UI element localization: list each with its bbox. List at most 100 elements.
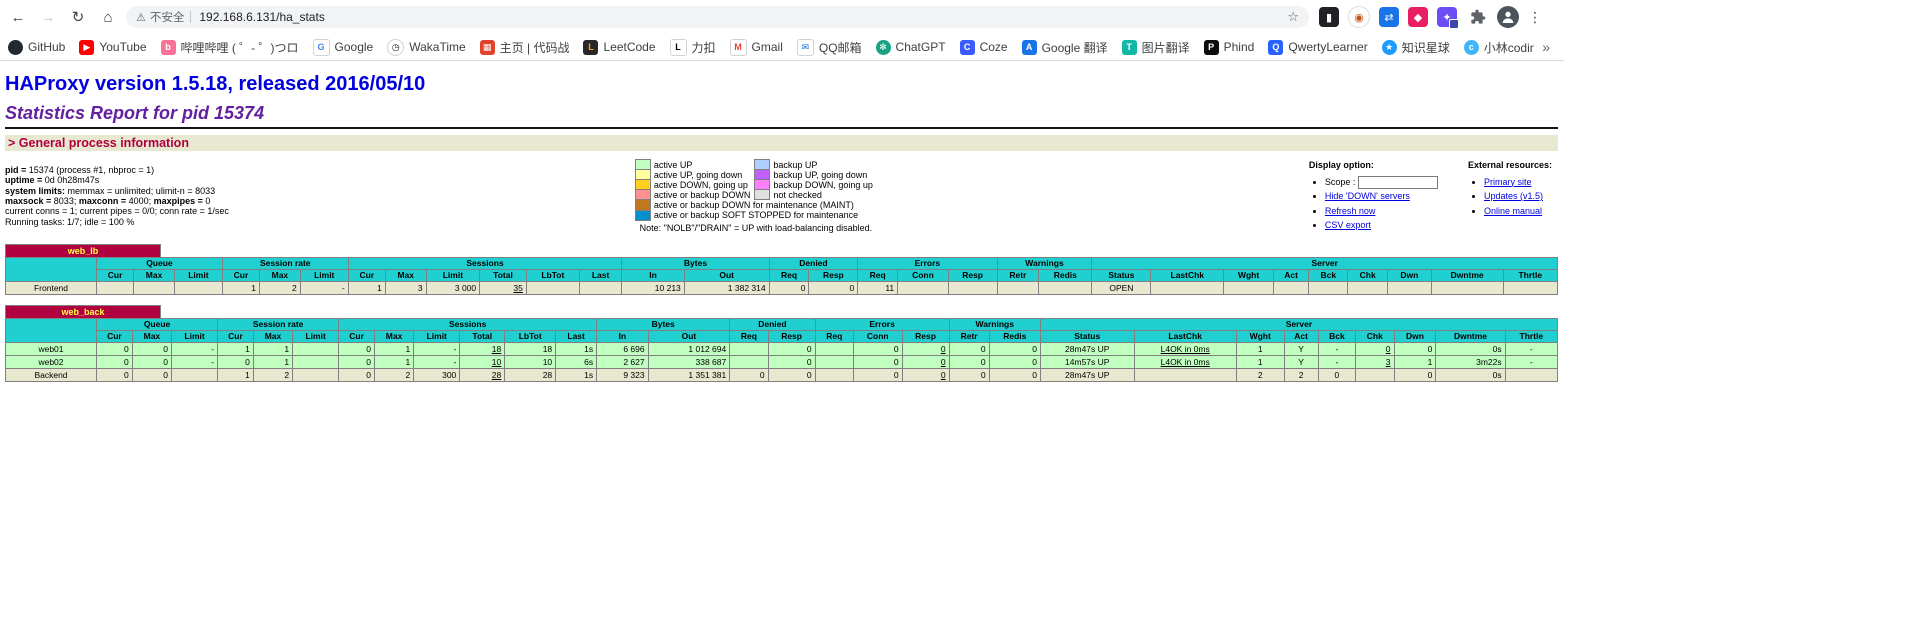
bookmark-item[interactable]: b哔哩哔哩 ( ゜- ゜)つロ <box>161 39 299 56</box>
home-button[interactable]: ⌂ <box>96 5 120 29</box>
group-header: Queue <box>97 318 218 330</box>
process-info-line: maxsock = 8033; maxconn = 4000; maxpipes… <box>5 196 229 206</box>
column-header: Max <box>260 269 301 281</box>
bookmark-item[interactable]: AGoogle 翻译 <box>1022 39 1108 56</box>
extension-purple-badge-icon[interactable]: ✦ <box>1437 7 1457 27</box>
bookmark-item[interactable]: T图片翻译 <box>1122 39 1190 56</box>
youtube-icon: ▶ <box>79 40 94 55</box>
puzzle-glyph <box>1470 9 1486 25</box>
bookmark-item[interactable]: ▦主页 | 代码战 <box>480 39 570 56</box>
row-name: Frontend <box>6 281 97 294</box>
stat-cell <box>97 281 134 294</box>
external-resource-link[interactable]: Updates (v1.5) <box>1484 191 1543 201</box>
profile-avatar[interactable] <box>1497 6 1519 28</box>
extensions-cluster: ▮ ◉ ⇄ ◆ ✦ <box>1319 6 1457 28</box>
scope-label: Scope : <box>1325 177 1356 187</box>
page-title: HAProxy version 1.5.18, released 2016/05… <box>5 73 1558 96</box>
bookmark-item[interactable]: CCoze <box>960 40 1008 55</box>
stats-row: web0200-0101-10106s2 627338 6870000014m5… <box>6 355 1558 368</box>
bookmark-label: WakaTime <box>409 40 465 54</box>
page-content: HAProxy version 1.5.18, released 2016/05… <box>0 61 1564 382</box>
stat-cell <box>815 342 853 355</box>
stat-cell: 3 <box>1356 355 1394 368</box>
stat-cell: 2 627 <box>597 355 649 368</box>
extension-orange-ring-icon[interactable]: ◉ <box>1348 6 1370 28</box>
google-translate-icon: A <box>1022 40 1037 55</box>
proxy-name-link[interactable]: web_back <box>61 307 104 317</box>
stat-cell <box>815 355 853 368</box>
back-button[interactable]: ← <box>6 5 30 29</box>
stat-cell: 2 <box>374 368 413 381</box>
display-option-link[interactable]: Hide 'DOWN' servers <box>1325 191 1410 201</box>
display-option-link[interactable]: CSV export <box>1325 220 1371 230</box>
external-resources: External resources: Primary siteUpdates … <box>1468 157 1552 219</box>
display-option-link[interactable]: Refresh now <box>1325 206 1376 216</box>
external-resource-link[interactable]: Primary site <box>1484 177 1532 187</box>
group-header: Queue <box>97 257 223 269</box>
group-header: Session rate <box>218 318 339 330</box>
bookmark-item[interactable]: L力扣 <box>670 39 716 56</box>
extension-blue-square-icon[interactable]: ⇄ <box>1379 7 1399 27</box>
external-resource-link[interactable]: Online manual <box>1484 206 1542 216</box>
column-header: Cur <box>97 269 134 281</box>
bookmark-item[interactable]: c小林coding <box>1464 39 1534 56</box>
address-bar[interactable]: ⚠ 不安全 192.168.6.131/ha_stats ☆ <box>126 6 1309 28</box>
bookmark-label: QwertyLearner <box>1288 40 1367 54</box>
column-header: Max <box>253 330 292 342</box>
bookmarks-overflow-chevron[interactable]: » <box>1542 39 1550 55</box>
extensions-puzzle-icon[interactable] <box>1467 6 1489 28</box>
forward-button[interactable]: → <box>36 5 60 29</box>
column-header: Thrtle <box>1505 330 1557 342</box>
proxy-name-link[interactable]: web_lb <box>68 246 99 256</box>
bookmark-item[interactable]: GGoogle <box>313 39 374 56</box>
stat-cell <box>730 342 768 355</box>
bookmark-star-icon[interactable]: ☆ <box>1287 9 1299 25</box>
bookmark-item[interactable]: ◷WakaTime <box>387 39 465 56</box>
stat-cell: - <box>172 355 218 368</box>
bookmark-item[interactable]: ✻ChatGPT <box>876 40 946 55</box>
menu-kebab-icon[interactable]: ⋮ <box>1527 9 1543 26</box>
column-header: Total <box>460 330 505 342</box>
bookmark-item[interactable]: ★知识星球 <box>1382 39 1450 56</box>
bookmark-item[interactable]: QQwertyLearner <box>1268 40 1367 55</box>
security-warning-icon[interactable]: ⚠ <box>136 11 146 24</box>
column-header: In <box>597 330 649 342</box>
stats-table: QueueSession rateSessionsBytesDeniedErro… <box>5 318 1558 382</box>
bookmark-item[interactable]: LLeetCode <box>583 40 655 55</box>
reload-button[interactable]: ↻ <box>66 5 90 29</box>
stat-cell <box>293 368 339 381</box>
bookmark-item[interactable]: ▶YouTube <box>79 40 146 55</box>
group-header: Warnings <box>997 257 1092 269</box>
legend-label: active or backup SOFT STOPPED for mainte… <box>650 210 877 220</box>
stat-cell <box>1134 368 1236 381</box>
stats-table: QueueSession rateSessionsBytesDeniedErro… <box>5 257 1558 295</box>
stat-cell: 28 <box>505 368 556 381</box>
haproxy-version-link[interactable]: HAProxy version 1.5.18, released 2016/05… <box>5 73 425 95</box>
bookmark-item[interactable]: PPhind <box>1204 40 1255 55</box>
column-header: Req <box>769 269 809 281</box>
extension-pink-square-icon[interactable]: ◆ <box>1408 7 1428 27</box>
stat-cell: 1 <box>222 281 259 294</box>
external-resources-list: Primary site Updates (v1.5) Online manual <box>1484 176 1552 219</box>
stat-cell: 11 <box>858 281 898 294</box>
proxy-title-row: web_back <box>5 305 1558 318</box>
legend-swatch <box>755 160 770 170</box>
stat-cell: 0 <box>902 342 949 355</box>
bookmark-label: 小林coding <box>1484 39 1534 56</box>
bookmark-item[interactable]: GitHub <box>8 40 65 55</box>
column-header: Limit <box>293 330 339 342</box>
column-header: Cur <box>97 330 133 342</box>
extension-dark-panel-icon[interactable]: ▮ <box>1319 7 1339 27</box>
bookmark-label: Google <box>335 40 374 54</box>
scope-input[interactable] <box>1358 176 1438 189</box>
bookmark-item[interactable]: ✉QQ邮箱 <box>797 39 862 56</box>
column-header: LastChk <box>1151 269 1224 281</box>
stat-cell: 0s <box>1436 342 1505 355</box>
stat-cell: 0 <box>768 368 815 381</box>
column-header: Max <box>134 269 175 281</box>
column-header: Status <box>1040 330 1134 342</box>
bookmark-item[interactable]: MGmail <box>730 39 783 56</box>
image-translate-icon: T <box>1122 40 1137 55</box>
stat-cell: 3 000 <box>426 281 480 294</box>
security-label: 不安全 <box>150 9 185 25</box>
